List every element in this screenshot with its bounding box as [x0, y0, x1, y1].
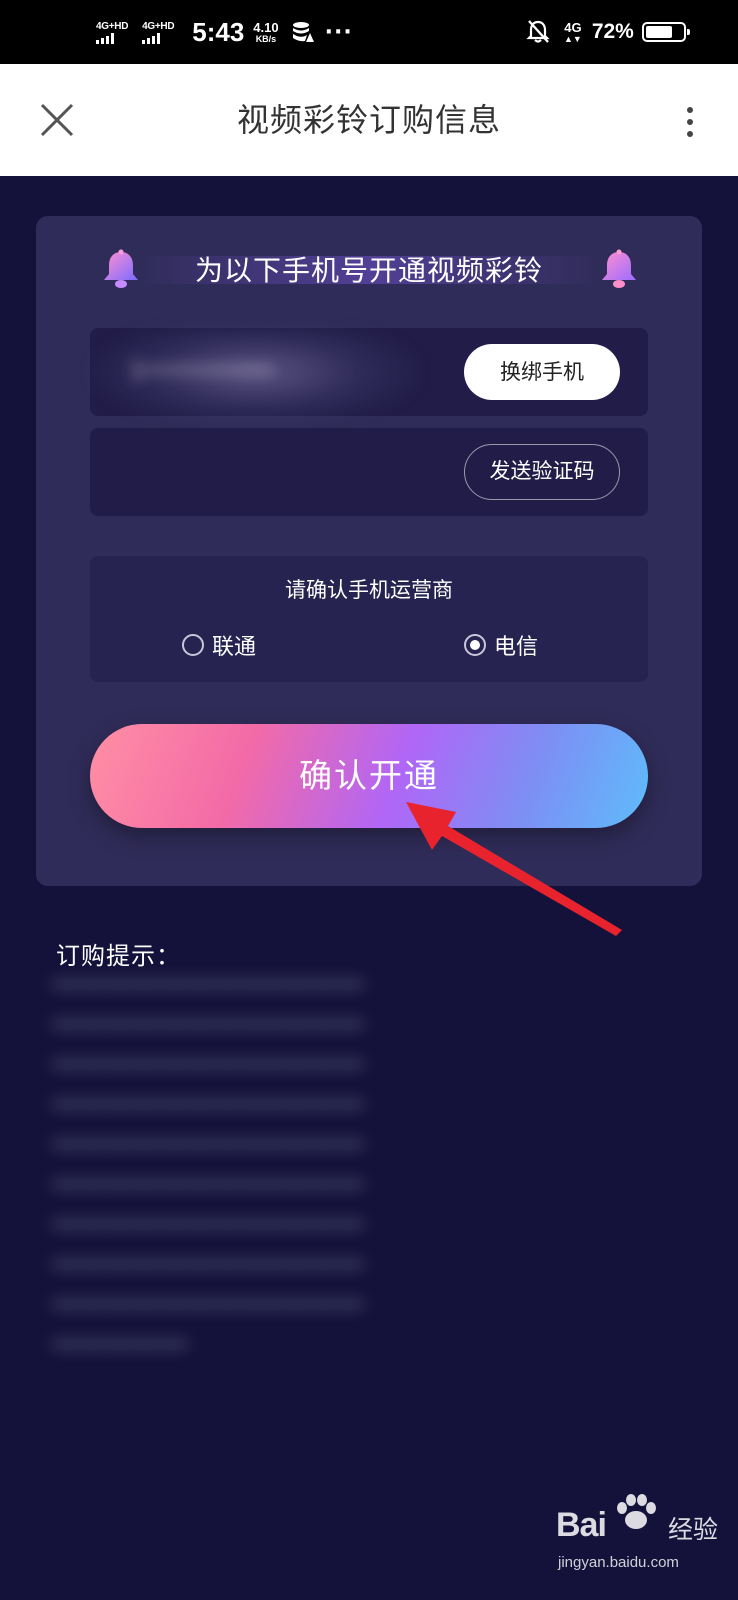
network-speed-value: 4.10 — [253, 19, 279, 35]
status-right: 4G ▲▼ 72% — [526, 0, 690, 64]
subscription-card: 为以下手机号开通视频彩铃 1•••••••••• 换绑手机 发送验证码 请确认手… — [36, 216, 702, 886]
battery-percent: 72% — [591, 20, 634, 43]
battery-icon — [641, 22, 690, 42]
bell-icon — [602, 249, 636, 288]
paw-icon — [617, 1494, 656, 1529]
send-code-button[interactable]: 发送验证码 — [464, 444, 620, 500]
tips-line: ••••••••••••••••••••••• — [52, 1093, 365, 1119]
sim2-signal: 4G+HD — [142, 20, 175, 44]
signal-bars-icon — [142, 32, 161, 44]
carrier-option-label: 电信 — [494, 635, 539, 660]
carrier-prompt: 请确认手机运营商 — [285, 578, 453, 602]
carrier-option-telecom[interactable]: 电信 — [464, 630, 538, 660]
rebind-phone-button[interactable]: 换绑手机 — [464, 344, 620, 400]
radio-button-selected[interactable] — [464, 634, 486, 656]
network-speed-unit: KB/s — [255, 33, 277, 44]
sim1-label: 4G+HD — [96, 20, 129, 32]
tips-line: ••••••••••••••••••••••• — [52, 1213, 365, 1239]
baidu-jingyan-watermark: Bai 经验 jingyan.baidu.com — [556, 1488, 726, 1588]
sim2-label: 4G+HD — [142, 20, 175, 32]
radio-button[interactable] — [182, 634, 204, 656]
data-arrows-icon: ▲▼ — [564, 33, 582, 44]
battery-nub — [686, 29, 690, 35]
tips-line: •••••••••• — [52, 1333, 188, 1359]
network-speed: 4.10 KB/s — [253, 21, 278, 44]
carrier-option-unicom[interactable]: 联通 — [182, 630, 256, 660]
carrier-selection: 请确认手机运营商 联通 电信 — [90, 556, 648, 682]
tips-line: ••••••••••••••••••••••• — [52, 1133, 365, 1159]
status-left: 4G+HD 4G+HD 5:43 4.10 KB/s ··· — [96, 0, 353, 64]
bell-off-icon — [526, 20, 550, 43]
page-title: 视频彩铃订购信息 — [236, 101, 501, 139]
tips-line: ••••••••••••••••••••••• — [52, 1173, 365, 1199]
carrier-option-label: 联通 — [212, 635, 257, 660]
top-app-bar: 视频彩铃订购信息 — [0, 64, 738, 176]
sim1-signal: 4G+HD — [96, 21, 128, 44]
card-header: 为以下手机号开通视频彩铃 — [36, 244, 702, 298]
tips-line: ••••••••••••••••••••••• — [52, 1053, 365, 1079]
more-options-button[interactable] — [670, 102, 710, 142]
network-type-label: 4G — [564, 19, 582, 35]
watermark-logo-text: Bai — [556, 1506, 607, 1544]
data-saver-icon — [292, 22, 314, 42]
status-bar: 4G+HD 4G+HD 5:43 4.10 KB/s ··· 4G ▲▼ 72% — [0, 0, 738, 64]
phone-number-row: 1•••••••••• 换绑手机 — [90, 328, 648, 426]
tips-line: ••••••••••••••••••••••• — [52, 973, 365, 999]
tips-line: ••••••••••••••••••••••• — [52, 1293, 365, 1319]
annotation-arrow-icon — [406, 802, 622, 936]
clock: 5:43 — [192, 16, 245, 47]
signal-bars-icon — [96, 32, 114, 44]
verification-code-input[interactable] — [114, 448, 438, 498]
tips-line: ••••••••••••••••••••••• — [52, 1253, 365, 1279]
watermark-url: jingyan.baidu.com — [558, 1554, 679, 1571]
more-notifications: ··· — [324, 19, 353, 45]
verification-code-row: 发送验证码 — [90, 428, 648, 516]
battery-fill — [645, 26, 672, 38]
watermark-suffix: 经验 — [668, 1515, 719, 1544]
tips-line: ••••••••••••••••••••••• — [52, 1013, 365, 1039]
order-tips-body: ••••••••••••••••••••••• ••••••••••••••••… — [52, 966, 680, 1386]
phone-number-value: 1•••••••••• — [130, 359, 274, 384]
network-type: 4G ▲▼ — [564, 19, 582, 44]
more-vertical-icon — [687, 107, 693, 137]
